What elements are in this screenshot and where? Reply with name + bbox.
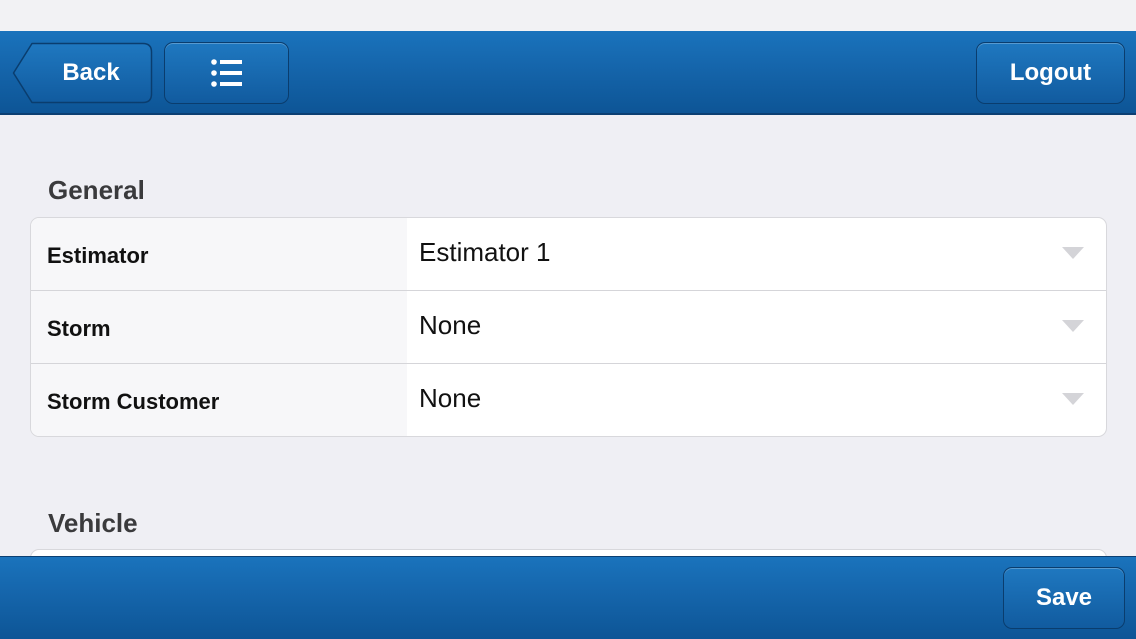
list-icon xyxy=(210,59,242,87)
dropdown-arrow-icon xyxy=(1062,247,1084,259)
storm-customer-select[interactable]: None xyxy=(407,364,1106,436)
menu-button[interactable] xyxy=(164,42,289,104)
logout-button[interactable]: Logout xyxy=(976,42,1125,104)
estimator-value: Estimator 1 xyxy=(419,236,551,267)
dropdown-arrow-icon xyxy=(1062,320,1084,332)
section-title-vehicle: Vehicle xyxy=(48,508,138,538)
storm-select[interactable]: None xyxy=(407,291,1106,363)
storm-label: Storm xyxy=(31,291,407,363)
app-screen: Back Logout General Estimator Estimator … xyxy=(0,0,1136,639)
top-toolbar: Back Logout xyxy=(0,31,1136,115)
storm-customer-value: None xyxy=(419,382,482,413)
form-content[interactable]: General Estimator Estimator 1 Storm None… xyxy=(0,115,1136,589)
dropdown-arrow-icon xyxy=(1062,393,1084,405)
storm-customer-row: Storm Customer None xyxy=(31,364,1106,436)
bottom-toolbar: Save xyxy=(0,556,1136,639)
general-group: Estimator Estimator 1 Storm None Storm C… xyxy=(30,217,1107,437)
storm-customer-label: Storm Customer xyxy=(31,364,407,436)
back-button-label: Back xyxy=(62,59,120,86)
status-strip xyxy=(0,0,1136,31)
estimator-row: Estimator Estimator 1 xyxy=(31,218,1106,291)
storm-row: Storm None xyxy=(31,291,1106,364)
section-title-general: General xyxy=(48,175,145,205)
storm-value: None xyxy=(419,309,482,340)
save-button[interactable]: Save xyxy=(1003,567,1125,629)
estimator-label: Estimator xyxy=(31,218,407,290)
estimator-select[interactable]: Estimator 1 xyxy=(407,218,1106,290)
back-button[interactable]: Back xyxy=(12,42,153,104)
